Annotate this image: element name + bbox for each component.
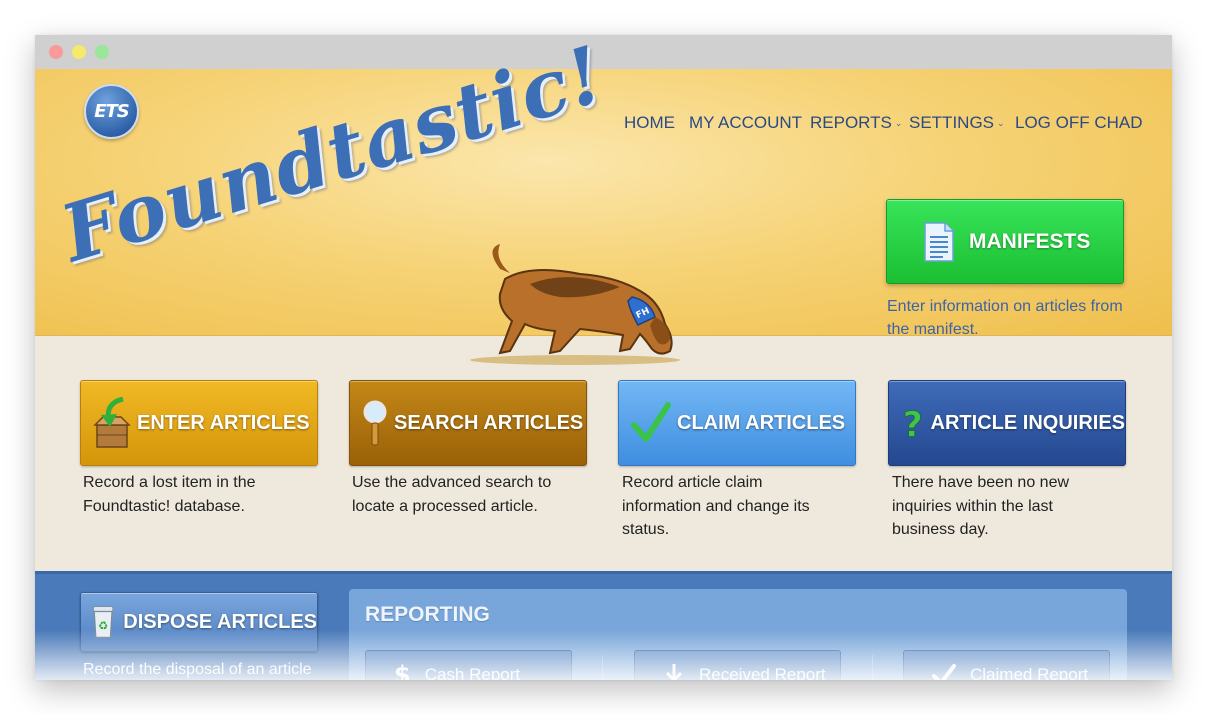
received-report-label: Received Report [699, 665, 826, 680]
article-inquiries-button[interactable]: ? ARTICLE INQUIRIES [888, 380, 1126, 466]
nav-reports[interactable]: REPORTS ⌄ [810, 113, 902, 133]
search-articles-description: Use the advanced search to locate a proc… [352, 474, 552, 515]
claim-articles-button[interactable]: CLAIM ARTICLES [618, 380, 856, 466]
claimed-report-button[interactable]: Claimed Report [903, 650, 1110, 680]
minimize-window-button[interactable] [72, 45, 86, 59]
nav-home-label: HOME [624, 113, 675, 132]
claim-articles-description: Record article claim information and cha… [622, 474, 810, 538]
question-icon: ? [902, 405, 923, 446]
article-inquiries-label: ARTICLE INQUIRIES [930, 411, 1125, 434]
dollar-icon: $ [394, 661, 411, 680]
nav-home[interactable]: HOME [624, 113, 675, 133]
window-titlebar [35, 35, 1172, 69]
box-arrow-icon [93, 397, 131, 448]
dispose-articles-description: Record the disposal of an article and ch… [83, 661, 312, 678]
nav-log-off[interactable]: LOG OFF CHAD [1015, 113, 1143, 133]
nav-settings-label: SETTINGS [909, 113, 995, 132]
nav-my-account[interactable]: MY ACCOUNT [689, 113, 802, 133]
checkmark-icon [631, 402, 671, 442]
nav-my-account-label: MY ACCOUNT [689, 113, 803, 132]
chevron-down-icon: ⌄ [894, 118, 903, 129]
chevron-down-icon: ⌄ [997, 118, 1005, 129]
svg-text:♻: ♻ [98, 618, 108, 632]
document-icon [924, 221, 954, 262]
dispose-articles-button[interactable]: ♻ DISPOSE ARTICLES [80, 592, 318, 652]
claimed-report-label: Claimed Report [970, 665, 1089, 680]
nav-reports-label: REPORTS [810, 113, 892, 132]
bottom-section: ♻ DISPOSE ARTICLES Record the disposal o… [35, 571, 1172, 680]
checkmark-icon [932, 664, 956, 680]
enter-articles-description: Record a lost item in the Foundtastic! d… [83, 474, 256, 515]
reporting-panel: REPORTING $ Cash Report Received Report [349, 589, 1127, 680]
recycle-bin-icon: ♻ [93, 606, 114, 638]
svg-text:?: ? [903, 405, 923, 445]
enter-articles-button[interactable]: ENTER ARTICLES [80, 380, 318, 466]
download-icon [665, 664, 683, 680]
magnifier-icon [363, 400, 387, 446]
logo-text: ETS [94, 101, 130, 122]
nav-settings[interactable]: SETTINGS ⌄ [909, 113, 1005, 133]
manifests-button[interactable]: MANIFESTS [886, 199, 1124, 284]
browser-window: ETS HOME MY ACCOUNT REPORTS ⌄ SETTINGS ⌄ L… [35, 35, 1172, 680]
search-articles-button[interactable]: SEARCH ARTICLES [349, 380, 587, 466]
ets-logo[interactable]: ETS [84, 84, 139, 139]
nav-log-off-label: LOG OFF CHAD [1015, 113, 1143, 132]
cash-report-button[interactable]: $ Cash Report [365, 650, 572, 680]
manifests-label: MANIFESTS [969, 229, 1091, 253]
enter-articles-label: ENTER ARTICLES [137, 411, 310, 434]
maximize-window-button[interactable] [95, 45, 109, 59]
received-report-button[interactable]: Received Report [634, 650, 841, 680]
report-divider [872, 655, 873, 680]
report-divider [602, 655, 603, 680]
article-inquiries-description: There have been no new inquiries within … [892, 474, 1070, 538]
close-window-button[interactable] [49, 45, 63, 59]
reporting-title: REPORTING [365, 603, 490, 626]
header-banner: ETS HOME MY ACCOUNT REPORTS ⌄ SETTINGS ⌄ L… [35, 35, 1172, 365]
search-articles-label: SEARCH ARTICLES [394, 411, 584, 434]
dispose-articles-label: DISPOSE ARTICLES [123, 610, 317, 633]
manifests-description: Enter information on articles from the m… [887, 298, 1123, 338]
cash-report-label: Cash Report [424, 665, 521, 680]
claim-articles-label: CLAIM ARTICLES [677, 411, 846, 434]
bloodhound-illustration: FH [470, 244, 680, 365]
